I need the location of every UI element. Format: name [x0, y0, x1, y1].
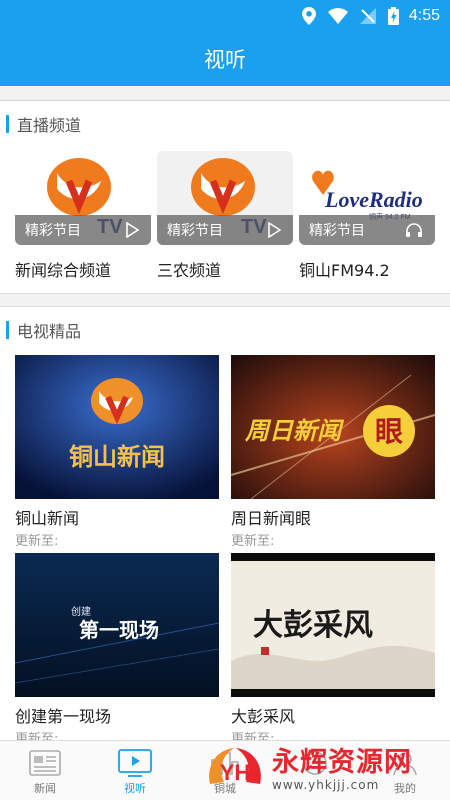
program-title: 周日新闻眼	[231, 509, 312, 528]
play-icon[interactable]	[267, 221, 282, 242]
program-update: 更新至:	[15, 732, 59, 740]
section-marker	[6, 321, 9, 339]
page-title: 视听	[204, 48, 246, 72]
app-header: 视听	[0, 32, 450, 86]
svg-text:LoveRadio: LoveRadio	[324, 187, 423, 212]
channel-overlay: 精彩节目	[157, 215, 293, 245]
svg-text:眼: 眼	[375, 415, 403, 448]
watermark: YH 永辉资源网 www.yhkjjj.com	[204, 742, 444, 798]
channel-overlay: 精彩节目	[15, 215, 151, 245]
channel-logo: TV 精彩节目	[15, 151, 151, 245]
program-title: 铜山新闻	[15, 509, 80, 528]
wifi-icon	[327, 8, 348, 24]
svg-text:第一现场: 第一现场	[79, 618, 159, 642]
tab-video[interactable]: 视听	[90, 741, 180, 801]
channel-card-radio[interactable]: LoveRadio 铜声 94.2 FM 精彩节目 铜山FM94.2	[299, 151, 435, 281]
watermark-url: www.yhkjjj.com	[272, 778, 380, 792]
program-card[interactable]: 铜山新闻 铜山新闻 更新至:	[15, 355, 219, 549]
channel-logo: TV 精彩节目	[157, 151, 293, 245]
news-icon	[29, 748, 61, 778]
section-title-live: 直播频道	[6, 113, 81, 135]
program-update: 更新至:	[231, 534, 275, 549]
channel-name: 铜山FM94.2	[299, 261, 390, 280]
program-card[interactable]: 大彭采风 大彭采风 更新至:	[231, 553, 435, 740]
channel-overlay: 精彩节目	[299, 215, 435, 245]
watermark-brand: 永辉资源网	[272, 747, 412, 778]
program-card[interactable]: 周日新闻 眼 周日新闻眼 更新至:	[231, 355, 435, 549]
program-update: 更新至:	[231, 732, 275, 740]
play-icon[interactable]	[125, 221, 140, 242]
content-area[interactable]: 直播频道 TV 精彩节目 新闻综合频道	[0, 86, 450, 740]
svg-text:YH: YH	[220, 760, 251, 785]
program-title: 大彭采风	[231, 707, 296, 726]
signal-icon	[359, 8, 376, 24]
status-time: 4:55	[408, 7, 440, 24]
channel-name: 三农频道	[157, 261, 222, 280]
program-poster: 创建 第一现场	[15, 553, 219, 697]
program-poster: 大彭采风	[231, 553, 435, 697]
svg-text:大彭采风: 大彭采风	[253, 608, 373, 643]
channel-logo: LoveRadio 铜声 94.2 FM 精彩节目	[299, 151, 435, 245]
status-bar: 4:55	[0, 0, 450, 32]
tv-picks-section: 电视精品 铜山新闻 铜山新闻 更新至: 周日新闻 眼 周日新闻眼 更新至: 创建…	[0, 306, 450, 740]
program-title: 创建第一现场	[15, 707, 112, 726]
svg-text:铜山新闻: 铜山新闻	[69, 443, 165, 471]
program-poster: 铜山新闻	[15, 355, 219, 499]
program-update: 更新至:	[15, 534, 59, 549]
section-title-tv: 电视精品	[6, 319, 81, 341]
channel-card-agriculture[interactable]: TV 精彩节目 三农频道	[157, 151, 293, 281]
location-icon	[301, 7, 316, 25]
channel-name: 新闻综合频道	[15, 261, 112, 280]
tab-news[interactable]: 新闻	[0, 741, 90, 801]
live-channels-section: 直播频道 TV 精彩节目 新闻综合频道	[0, 100, 450, 294]
svg-text:创建: 创建	[71, 605, 91, 618]
video-icon	[118, 748, 152, 778]
svg-text:周日新闻: 周日新闻	[244, 417, 345, 445]
channel-card-news[interactable]: TV 精彩节目 新闻综合频道	[15, 151, 151, 281]
headphones-icon[interactable]	[405, 222, 423, 242]
battery-icon	[387, 7, 399, 25]
watermark-logo: YH	[209, 748, 261, 785]
program-card[interactable]: 创建 第一现场 创建第一现场 更新至:	[15, 553, 219, 740]
section-marker	[6, 115, 9, 133]
program-poster: 周日新闻 眼	[231, 355, 435, 499]
